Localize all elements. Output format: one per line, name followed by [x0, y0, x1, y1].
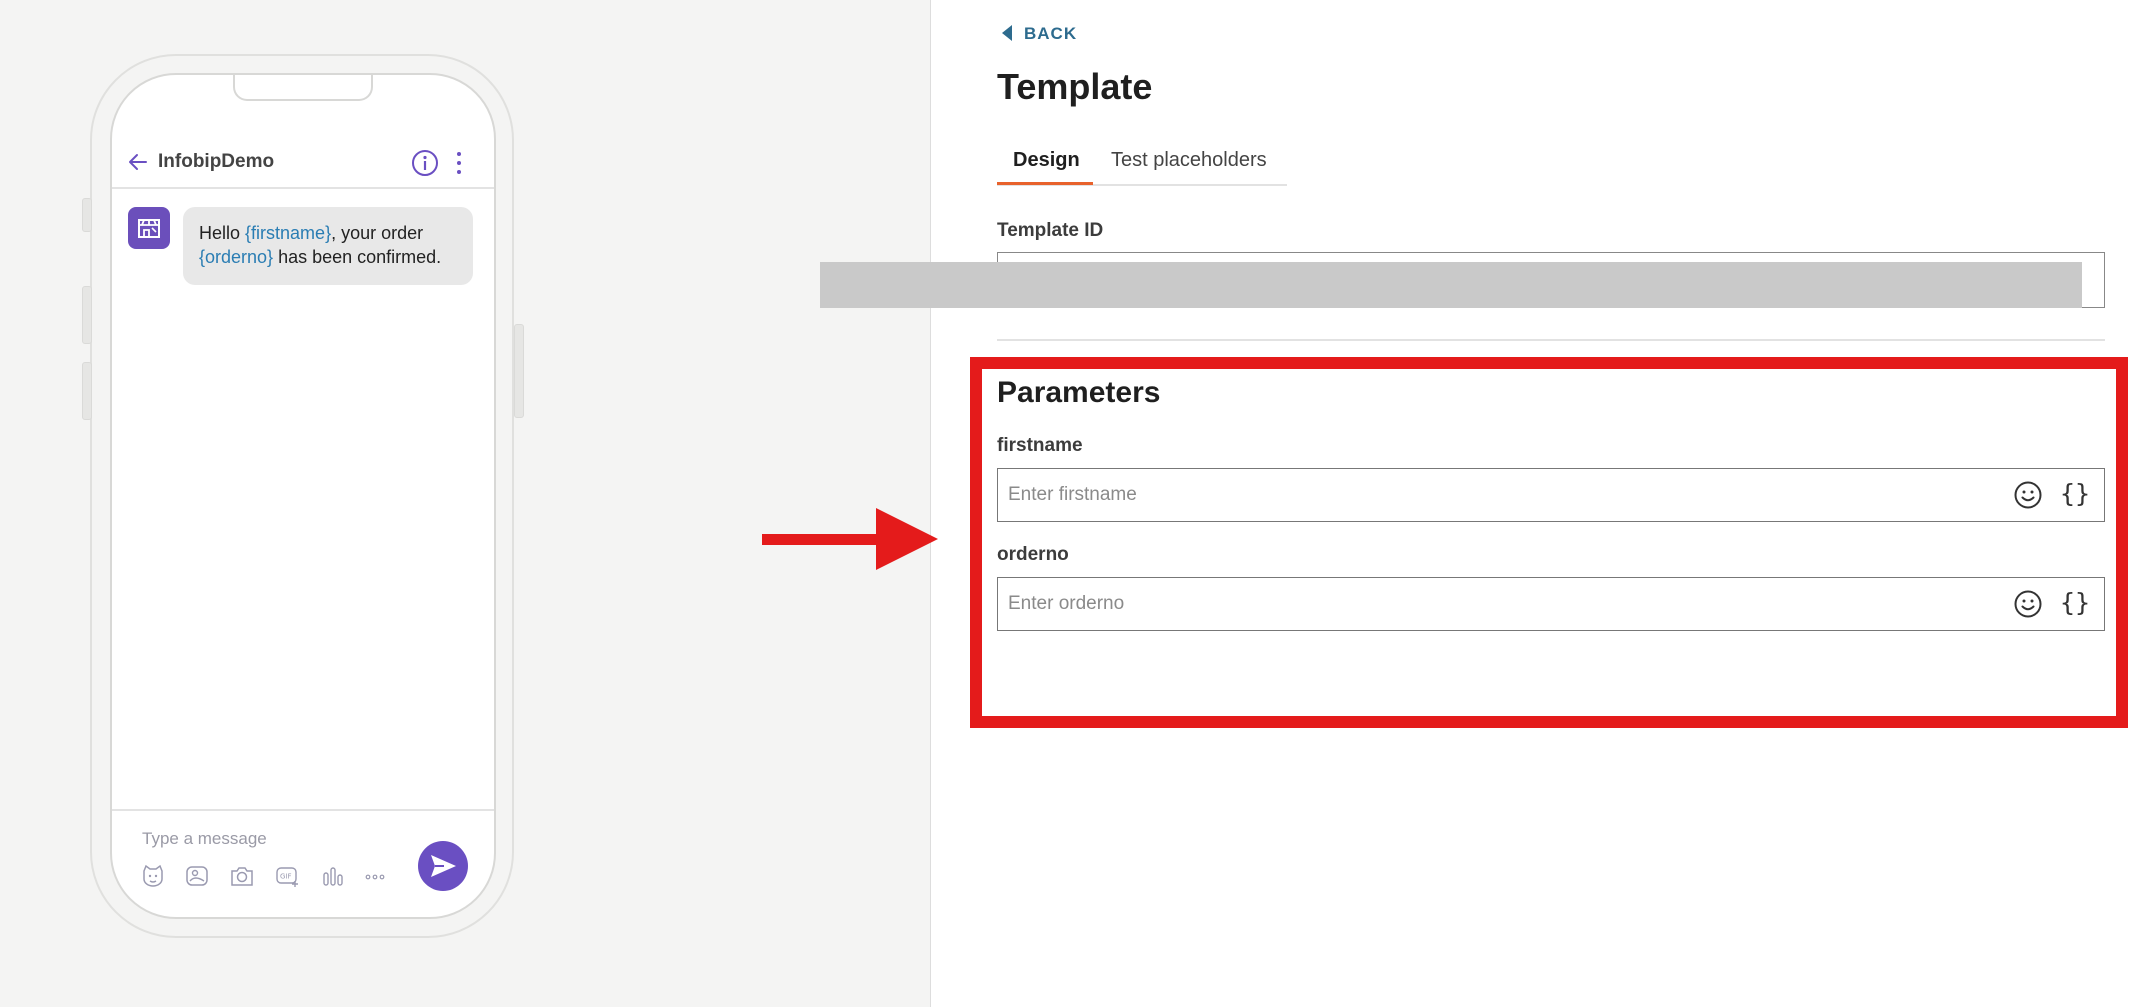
- message-bubble: Hello {firstname}, your order {orderno} …: [183, 207, 473, 285]
- store-icon: [138, 219, 160, 238]
- compose-bar: Type a message GIF: [112, 809, 494, 917]
- svg-text:GIF: GIF: [280, 873, 292, 881]
- send-icon: [431, 855, 456, 877]
- firstname-field-wrapper: {}: [997, 468, 2105, 522]
- send-button[interactable]: [418, 841, 468, 891]
- phone-side-button: [82, 362, 92, 420]
- pane-divider: [930, 0, 931, 1007]
- orderno-label: orderno: [997, 544, 1069, 565]
- camera-icon[interactable]: [229, 863, 255, 889]
- info-icon[interactable]: [410, 148, 440, 178]
- chat-title: InfobipDemo: [158, 151, 275, 172]
- emoji-icon[interactable]: [2013, 480, 2043, 510]
- page-title: Template: [997, 66, 1153, 107]
- orderno-field-wrapper: {}: [997, 577, 2105, 631]
- bot-avatar: [128, 207, 170, 249]
- chat-header: InfobipDemo: [112, 137, 494, 189]
- emoji-icon[interactable]: [2013, 589, 2043, 619]
- insert-placeholder-braces-icon[interactable]: {}: [2060, 588, 2090, 617]
- placeholder-token: {firstname}: [245, 223, 332, 243]
- more-horizontal-icon[interactable]: [362, 863, 388, 889]
- back-arrow-icon[interactable]: [126, 150, 150, 174]
- tabs: Design Test placeholders: [997, 140, 1287, 186]
- more-vertical-icon[interactable]: [454, 150, 464, 176]
- sticker-icon[interactable]: [140, 863, 166, 889]
- annotation-arrow: [762, 508, 938, 570]
- back-link[interactable]: BACK: [1002, 24, 1077, 44]
- phone-side-button: [82, 198, 92, 232]
- poll-icon[interactable]: [320, 863, 346, 889]
- back-triangle-icon: [1002, 25, 1012, 41]
- back-label: BACK: [1024, 24, 1078, 43]
- active-tab-indicator: [997, 182, 1093, 185]
- message-text: has been confirmed.: [273, 247, 442, 267]
- template-id-label: Template ID: [997, 220, 1104, 241]
- insert-placeholder-braces-icon[interactable]: {}: [2060, 479, 2090, 508]
- phone-side-button: [82, 286, 92, 344]
- placeholder-token: {orderno}: [199, 247, 274, 267]
- highlight-box: [970, 357, 2128, 728]
- phone-screen: InfobipDemo Hello {firstname}, your orde…: [110, 73, 496, 919]
- phone-side-button: [514, 324, 524, 418]
- gif-icon[interactable]: GIF: [275, 863, 301, 889]
- parameters-title: Parameters: [997, 376, 1161, 409]
- image-icon[interactable]: [184, 863, 210, 889]
- phone-notch: [233, 75, 373, 101]
- message-text: , your order: [331, 223, 424, 243]
- firstname-label: firstname: [997, 435, 1083, 456]
- message-text: Hello: [199, 223, 246, 243]
- tab-design[interactable]: Design: [1013, 149, 1080, 172]
- firstname-input[interactable]: [1008, 469, 1988, 521]
- message-input[interactable]: Type a message: [142, 829, 267, 849]
- section-divider: [997, 339, 2105, 341]
- orderno-input[interactable]: [1008, 578, 1988, 630]
- tab-test-placeholders[interactable]: Test placeholders: [1111, 149, 1267, 172]
- redaction-bar: [820, 262, 2082, 308]
